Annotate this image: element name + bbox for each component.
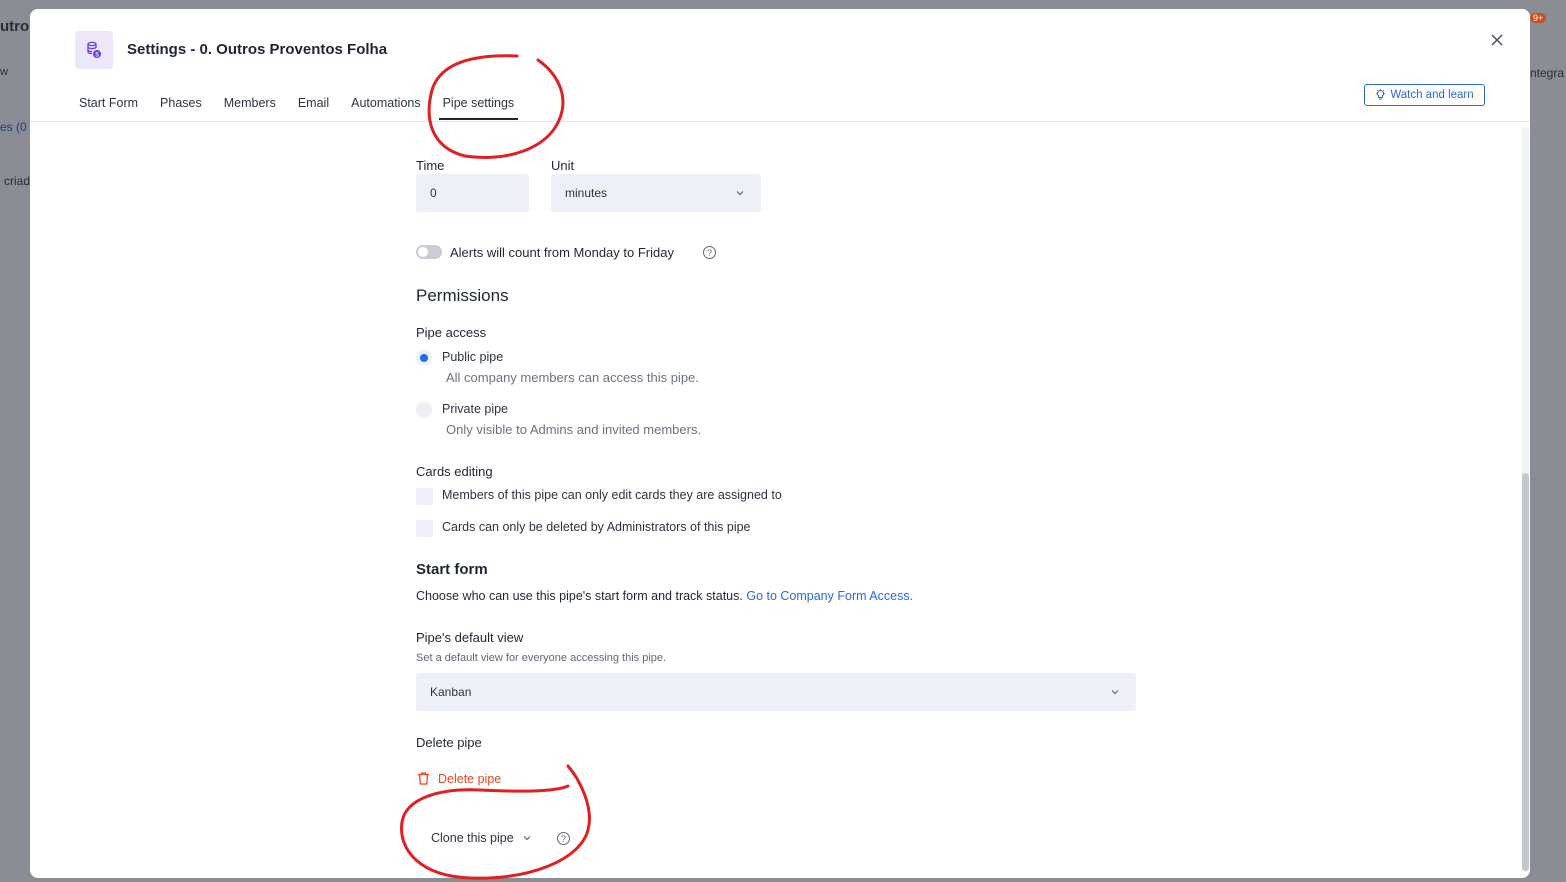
unit-select[interactable]: minutes — [551, 174, 761, 212]
public-pipe-description: All company members can access this pipe… — [446, 370, 699, 385]
cards-editing-label: Cards editing — [416, 464, 493, 479]
bg-title-fragment: utro — [0, 18, 30, 35]
clone-pipe-dropdown[interactable]: Clone this pipe — [431, 831, 532, 845]
watch-and-learn-button[interactable]: Watch and learn — [1364, 84, 1485, 106]
time-input[interactable]: 0 — [416, 174, 529, 212]
modal-title: Settings - 0. Outros Proventos Folha — [127, 41, 388, 58]
close-icon — [1491, 34, 1503, 46]
default-view-description: Set a default view for everyone accessin… — [416, 652, 667, 664]
weekday-toggle[interactable] — [416, 245, 442, 259]
assigned-only-checkbox[interactable] — [416, 488, 433, 505]
admin-delete-checkbox[interactable] — [416, 520, 433, 537]
chevron-down-icon — [1111, 690, 1119, 695]
default-view-label: Pipe's default view — [416, 630, 524, 645]
trash-icon — [418, 772, 429, 785]
lightbulb-icon — [1376, 89, 1386, 100]
tab-start-form[interactable]: Start Form — [75, 91, 142, 122]
watch-and-learn-label: Watch and learn — [1390, 89, 1474, 101]
private-pipe-description: Only visible to Admins and invited membe… — [446, 422, 702, 437]
public-pipe-label: Public pipe — [442, 350, 504, 364]
delete-pipe-button[interactable]: Delete pipe — [416, 771, 501, 786]
close-button[interactable] — [1488, 31, 1506, 49]
settings-modal: $ Settings - 0. Outros Proventos Folha S… — [30, 9, 1530, 878]
delete-pipe-button-label: Delete pipe — [438, 771, 502, 786]
bg-tab-fragment: ntegra — [1530, 66, 1565, 80]
bg-count-fragment: es (0 — [0, 120, 27, 134]
tab-phases[interactable]: Phases — [156, 91, 206, 122]
start-form-description-line: Choose who can use this pipe's start for… — [416, 589, 913, 603]
help-icon[interactable]: ? — [703, 246, 716, 259]
tab-email[interactable]: Email — [294, 91, 333, 122]
coins-icon: $ — [75, 31, 113, 69]
tab-members[interactable]: Members — [220, 91, 280, 122]
admin-delete-label: Cards can only be deleted by Administrat… — [442, 520, 751, 534]
delete-pipe-label: Delete pipe — [416, 735, 482, 750]
assigned-only-label: Members of this pipe can only edit cards… — [442, 488, 782, 502]
scrollbar-thumb[interactable] — [1522, 473, 1529, 871]
pipe-access-label: Pipe access — [416, 325, 487, 340]
bg-nav-fragment: w — [0, 66, 8, 78]
default-view-select[interactable]: Kanban — [416, 673, 1136, 711]
clone-help-icon[interactable]: ? — [557, 832, 570, 845]
bg-notification-badge: 9+ — [1530, 13, 1547, 23]
settings-tabs: Start Form Phases Members Email Automati… — [75, 91, 532, 122]
start-form-description: Choose who can use this pipe's start for… — [416, 589, 743, 603]
private-pipe-label: Private pipe — [442, 402, 509, 416]
unit-select-value: minutes — [565, 186, 608, 200]
modal-header: $ Settings - 0. Outros Proventos Folha S… — [30, 9, 1530, 122]
tab-automations[interactable]: Automations — [347, 91, 424, 122]
chevron-down-icon — [736, 191, 744, 196]
chevron-down-icon — [523, 836, 531, 841]
public-pipe-radio[interactable] — [416, 350, 432, 366]
permissions-heading: Permissions — [416, 286, 509, 305]
start-form-heading: Start form — [416, 561, 488, 578]
private-pipe-radio[interactable] — [416, 402, 432, 418]
unit-label: Unit — [551, 158, 575, 173]
weekday-toggle-label: Alerts will count from Monday to Friday — [450, 245, 674, 260]
scrollbar[interactable] — [1522, 127, 1529, 872]
company-form-access-link[interactable]: Go to Company Form Access. — [746, 589, 913, 603]
time-label: Time — [416, 158, 445, 173]
clone-pipe-label: Clone this pipe — [431, 831, 514, 845]
default-view-value: Kanban — [430, 685, 472, 699]
tab-pipe-settings[interactable]: Pipe settings — [438, 91, 519, 122]
bg-note-fragment: criad — [4, 174, 31, 188]
